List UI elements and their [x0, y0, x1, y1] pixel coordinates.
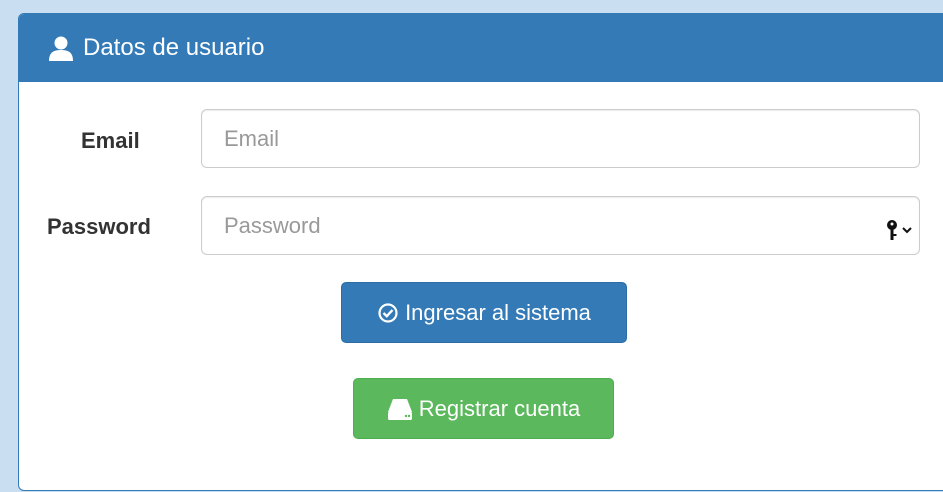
password-field[interactable]: [201, 196, 920, 255]
password-label: Password: [47, 214, 151, 239]
register-button[interactable]: Registrar cuenta: [353, 378, 614, 439]
email-label: Email: [81, 128, 140, 153]
email-field[interactable]: [201, 109, 920, 168]
key-icon: [887, 220, 897, 240]
chevron-down-icon: [902, 227, 912, 234]
hard-drive-icon: [387, 398, 412, 420]
panel-title: Datos de usuario: [83, 34, 265, 61]
check-circle-icon: [378, 302, 398, 323]
register-button-label: Registrar cuenta: [418, 395, 581, 421]
user-data-panel: Datos de usuario Email Password Ingresar…: [18, 13, 943, 491]
login-button-label: Ingresar al sistema: [405, 299, 591, 325]
password-autofill-toggle[interactable]: [885, 219, 913, 241]
login-button[interactable]: Ingresar al sistema: [341, 282, 627, 343]
user-icon: [47, 34, 75, 62]
panel-heading: Datos de usuario: [19, 14, 943, 82]
